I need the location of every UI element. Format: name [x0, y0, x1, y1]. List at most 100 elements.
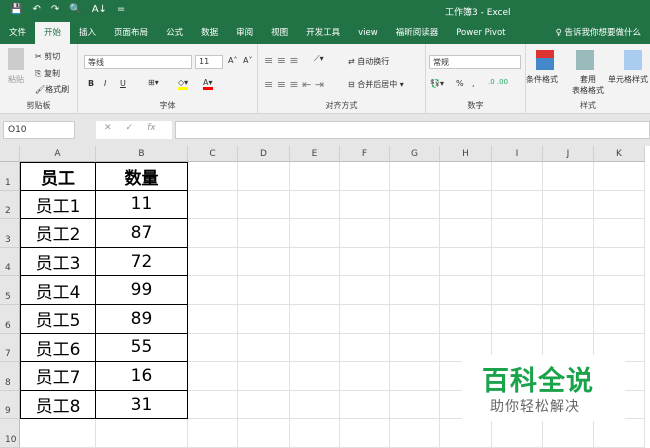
tab-10[interactable]: 福昕阅读器 — [387, 22, 448, 44]
border-icon[interactable]: ⊞▾ — [148, 78, 159, 87]
cell[interactable]: 11 — [96, 190, 188, 220]
currency-icon[interactable]: 💱▾ — [430, 79, 444, 88]
cell[interactable] — [188, 190, 238, 220]
cell[interactable]: 数量 — [96, 162, 188, 191]
cell[interactable] — [440, 276, 492, 305]
cell[interactable] — [238, 162, 290, 191]
tab-1[interactable]: 开始 — [35, 22, 71, 44]
font-size-select[interactable]: 11 — [195, 55, 223, 69]
cell[interactable] — [440, 219, 492, 248]
format-painter-button[interactable]: 🖌格式刷 — [35, 84, 69, 95]
cell-styles-button[interactable]: 单元格样式 — [608, 74, 648, 85]
align-left-icon[interactable]: ≡ ≡ ≡ ⇤ ⇥ — [264, 78, 324, 91]
cell[interactable] — [390, 162, 440, 191]
cut-button[interactable]: ✂ 剪切 — [35, 51, 60, 62]
fx-icon[interactable]: fx — [147, 123, 156, 137]
select-all-corner[interactable] — [0, 146, 20, 162]
cell[interactable] — [238, 333, 290, 363]
cell[interactable] — [594, 419, 645, 448]
quick-access-icon[interactable]: = — [117, 4, 125, 15]
comma-button[interactable]: , — [472, 79, 475, 88]
row-header-1[interactable]: 1 — [0, 162, 20, 191]
number-format-select[interactable]: 常规 — [429, 55, 521, 69]
cell[interactable] — [492, 247, 543, 277]
cell[interactable] — [390, 333, 440, 363]
orientation-icon[interactable]: ⟋▾ — [314, 54, 324, 64]
table-format-button[interactable]: 套用 表格格式 — [572, 74, 604, 96]
tab-7[interactable]: 视图 — [262, 22, 297, 44]
cell[interactable] — [238, 419, 290, 448]
cell[interactable] — [440, 419, 492, 448]
cell[interactable] — [594, 162, 645, 191]
name-box[interactable]: O10 — [3, 121, 75, 139]
cell[interactable] — [20, 419, 96, 448]
row-header-4[interactable]: 4 — [0, 247, 20, 277]
cell[interactable] — [492, 305, 543, 334]
cell[interactable] — [543, 305, 594, 334]
cell[interactable] — [290, 305, 340, 334]
cell[interactable] — [290, 219, 340, 248]
cell[interactable]: 员工 — [20, 162, 96, 191]
cell[interactable] — [340, 305, 390, 334]
cell[interactable] — [188, 162, 238, 191]
quick-access-icon[interactable]: ↶ — [32, 4, 40, 15]
paste-button[interactable]: 粘贴 — [8, 74, 24, 85]
cell[interactable] — [290, 390, 340, 420]
cell[interactable] — [238, 305, 290, 334]
cell[interactable] — [238, 362, 290, 391]
column-header-E[interactable]: E — [290, 146, 340, 162]
cell[interactable] — [492, 219, 543, 248]
cell[interactable] — [188, 247, 238, 277]
cell[interactable] — [390, 276, 440, 305]
cell[interactable] — [340, 276, 390, 305]
cell[interactable]: 55 — [96, 333, 188, 363]
cell[interactable] — [340, 333, 390, 363]
cell[interactable] — [340, 419, 390, 448]
cell[interactable] — [594, 305, 645, 334]
cell[interactable]: 员工4 — [20, 276, 96, 305]
column-header-K[interactable]: K — [594, 146, 645, 162]
quick-access-icon[interactable]: A↓ — [92, 4, 107, 15]
column-header-F[interactable]: F — [340, 146, 390, 162]
cell[interactable] — [543, 162, 594, 191]
tab-3[interactable]: 页面布局 — [105, 22, 157, 44]
cell[interactable] — [188, 419, 238, 448]
cell[interactable] — [188, 276, 238, 305]
cell[interactable] — [188, 362, 238, 391]
cell[interactable]: 员工2 — [20, 219, 96, 248]
formula-input[interactable] — [175, 121, 650, 139]
wrap-text-button[interactable]: ⇄ 自动换行 — [348, 56, 389, 67]
tab-0[interactable]: 文件 — [0, 22, 35, 44]
cell[interactable] — [492, 419, 543, 448]
font-name-select[interactable]: 等线 — [84, 55, 192, 69]
cell[interactable] — [340, 162, 390, 191]
quick-access-icon[interactable]: ↷ — [51, 4, 59, 15]
column-header-G[interactable]: G — [390, 146, 440, 162]
cell[interactable] — [340, 190, 390, 220]
cell[interactable]: 员工1 — [20, 190, 96, 220]
cell[interactable] — [543, 219, 594, 248]
column-header-I[interactable]: I — [492, 146, 543, 162]
row-header-5[interactable]: 5 — [0, 276, 20, 305]
bold-button[interactable]: B — [88, 79, 94, 88]
cell[interactable] — [290, 276, 340, 305]
tab-8[interactable]: 开发工具 — [297, 22, 349, 44]
cell[interactable] — [238, 219, 290, 248]
tab-4[interactable]: 公式 — [157, 22, 192, 44]
cell[interactable] — [96, 419, 188, 448]
cell[interactable] — [290, 362, 340, 391]
cell[interactable]: 99 — [96, 276, 188, 305]
cell[interactable] — [238, 247, 290, 277]
cell[interactable] — [238, 276, 290, 305]
cell[interactable]: 89 — [96, 305, 188, 334]
column-header-D[interactable]: D — [238, 146, 290, 162]
cell[interactable] — [390, 362, 440, 391]
conditional-format-button[interactable]: 条件格式 — [526, 74, 558, 85]
cell[interactable]: 员工8 — [20, 390, 96, 420]
cell[interactable] — [440, 190, 492, 220]
quick-access-icon[interactable]: 🔍 — [69, 4, 81, 15]
cell[interactable]: 员工6 — [20, 333, 96, 363]
cell[interactable] — [543, 419, 594, 448]
cell[interactable]: 16 — [96, 362, 188, 391]
align-top-icon[interactable]: ≡ ≡ ≡ — [264, 54, 299, 67]
